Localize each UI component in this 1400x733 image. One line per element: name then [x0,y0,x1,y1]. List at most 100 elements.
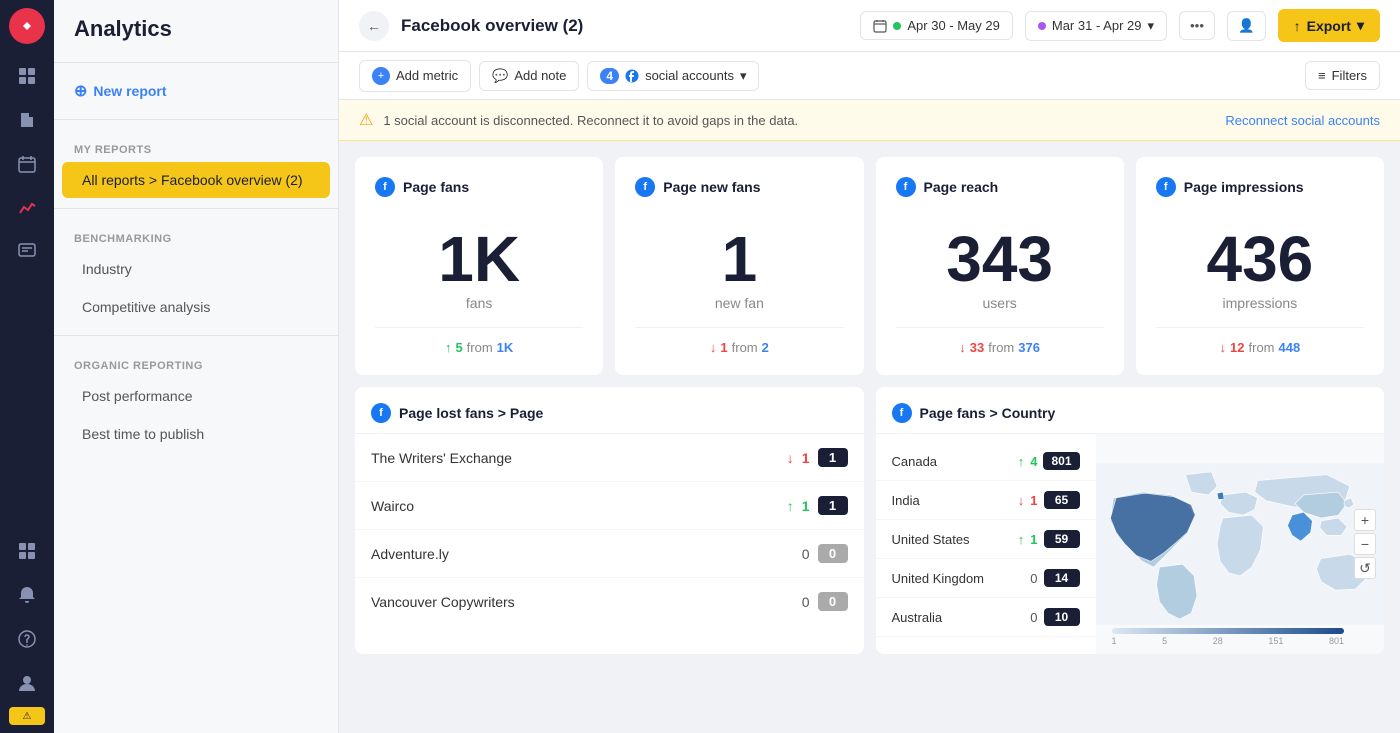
calendar-icon [873,19,887,33]
nav-icon-analytics[interactable] [7,188,47,228]
topbar: ← Facebook overview (2) Apr 30 - May 29 … [339,0,1400,52]
country-change-val-1: 1 [1030,493,1037,508]
back-button[interactable]: ← [359,11,389,41]
add-metric-icon: + [372,67,390,85]
plus-icon: ⊕ [74,81,87,101]
row-change-val-2: 0 [802,546,810,562]
facebook-icon-new-fans: f [635,177,655,197]
row-change-arrow-0: ↓ [787,450,794,466]
filters-button[interactable]: ≡ Filters [1305,61,1380,90]
warning-banner: ⚠ 1 social account is disconnected. Reco… [339,100,1400,141]
change-from-val-reach: 376 [1018,340,1040,355]
change-arrow-fans: ↑ [445,340,452,355]
facebook-icon-impressions: f [1156,177,1176,197]
change-from-new-fans: from [732,340,758,355]
date-range-primary-label: Apr 30 - May 29 [907,18,1000,33]
change-val-fans: 5 [455,340,462,355]
nav-icon-bell[interactable] [7,575,47,615]
row-vals-1: ↑ 1 1 [787,496,848,515]
map-content: Canada ↑ 4 801 India ↓ 1 65 United S [876,434,1385,654]
country-name-2: United States [892,532,1012,547]
export-button[interactable]: ↑ Export ▾ [1278,9,1380,42]
map-visual: + − ↺ 1 5 28 [1096,434,1385,654]
main-content: ← Facebook overview (2) Apr 30 - May 29 … [339,0,1400,733]
change-from-val-impressions: 448 [1279,340,1301,355]
row-change-val-3: 0 [802,594,810,610]
nav-icon-grid[interactable] [7,531,47,571]
lost-fans-list: The Writers' Exchange ↓ 1 1 Wairco ↑ 1 1 [355,434,864,625]
change-from-val-fans: 1K [497,340,514,355]
sidebar-item-competitive-analysis[interactable]: Competitive analysis [62,289,330,325]
facebook-icon [625,69,639,83]
facebook-icon-country: f [892,403,912,423]
nav-icon-warning: ⚠ [9,707,45,725]
metric-card-new-fans: f Page new fans 1 new fan ↓ 1 from 2 [615,157,863,375]
country-row-2: United States ↑ 1 59 [876,520,1096,559]
reconnect-link[interactable]: Reconnect social accounts [1225,113,1380,128]
nav-icon-reports[interactable] [7,100,47,140]
add-note-button[interactable]: 💬 Add note [479,61,579,91]
nav-icon-dashboard[interactable] [7,56,47,96]
metric-change-reach: ↓ 33 from 376 [896,327,1104,355]
actionbar: + Add metric 💬 Add note 4 social account… [339,52,1400,100]
reset-map-button[interactable]: ↺ [1354,557,1376,579]
nav-icon-compose[interactable] [7,232,47,272]
more-options-button[interactable]: ••• [1179,11,1215,40]
sidebar-item-best-time[interactable]: Best time to publish [62,416,330,452]
world-map-svg [1096,434,1385,654]
add-note-label: Add note [514,68,566,83]
row-badge-1: 1 [818,496,848,515]
dashboard: f Page fans 1K fans ↑ 5 from 1K f Page n… [339,141,1400,733]
sidebar-item-active-report[interactable]: All reports > Facebook overview (2) [62,162,330,198]
country-list: Canada ↑ 4 801 India ↓ 1 65 United S [876,434,1096,654]
metric-title-new-fans: Page new fans [663,179,760,195]
zoom-in-button[interactable]: + [1354,509,1376,531]
metric-value-reach: 343 [896,227,1104,291]
add-metric-label: Add metric [396,68,458,83]
facebook-icon-fans: f [375,177,395,197]
chat-icon: 💬 [492,68,508,84]
sidebar-item-industry[interactable]: Industry [62,251,330,287]
nav-icon-calendar[interactable] [7,144,47,184]
new-report-button[interactable]: ⊕ New report [54,71,338,111]
date-range-primary[interactable]: Apr 30 - May 29 [860,11,1013,40]
table-row: Adventure.ly 0 0 [355,530,864,578]
app-logo [9,8,45,44]
metric-change-new-fans: ↓ 1 from 2 [635,327,843,355]
row-change-val-0: 1 [802,450,810,466]
lost-fans-card: f Page lost fans > Page The Writers' Exc… [355,387,864,654]
legend-val-1: 5 [1162,636,1167,646]
metric-value-impressions: 436 [1156,227,1364,291]
industry-label: Industry [82,261,132,277]
row-name-1: Wairco [371,498,787,514]
country-change-val-3: 0 [1030,571,1037,586]
share-button[interactable]: 👤 [1227,11,1266,41]
competitive-analysis-label: Competitive analysis [82,299,210,315]
metric-title-impressions: Page impressions [1184,179,1304,195]
sidebar-item-post-performance[interactable]: Post performance [62,378,330,414]
warning-icon: ⚠ [359,110,373,130]
row-badge-3: 0 [818,592,848,611]
social-accounts-button[interactable]: 4 social accounts ▾ [587,61,759,91]
change-from-reach: from [988,340,1014,355]
legend-val-4: 801 [1329,636,1344,646]
add-metric-button[interactable]: + Add metric [359,60,471,92]
date-range-comparison[interactable]: Mar 31 - Apr 29 ▾ [1025,11,1167,41]
row-badge-0: 1 [818,448,848,467]
social-accounts-label: social accounts [645,68,734,83]
country-badge-0: 801 [1043,452,1079,470]
country-badge-2: 59 [1044,530,1080,548]
country-badge-4: 10 [1044,608,1080,626]
sidebar-title: Analytics [54,0,338,54]
country-change-val-2: 1 [1030,532,1037,547]
zoom-out-button[interactable]: − [1354,533,1376,555]
change-from-fans: from [467,340,493,355]
country-change-arrow-0: ↑ [1018,454,1025,469]
metric-title-reach: Page reach [924,179,999,195]
nav-icon-help[interactable] [7,619,47,659]
fans-country-card: f Page fans > Country Canada ↑ 4 801 Ind… [876,387,1385,654]
post-performance-label: Post performance [82,388,193,404]
metric-card-reach: f Page reach 343 users ↓ 33 from 376 [876,157,1124,375]
active-report-label: All reports > Facebook overview (2) [82,172,303,188]
nav-icon-user[interactable] [7,663,47,703]
